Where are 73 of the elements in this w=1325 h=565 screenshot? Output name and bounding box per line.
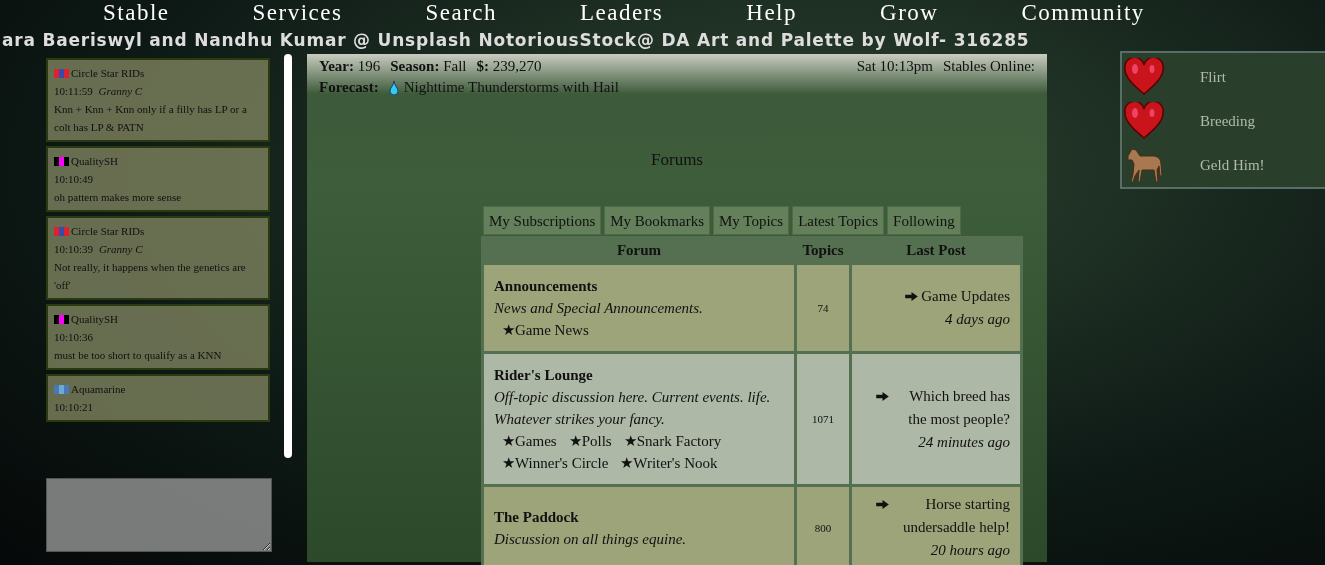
- money-text: $: 239,270: [476, 57, 542, 76]
- raindrop-icon: [388, 80, 399, 95]
- action-link[interactable]: Flirt: [1200, 68, 1226, 86]
- forum-tab[interactable]: Latest Topics: [792, 206, 885, 235]
- last-post-time: 24 minutes ago: [917, 432, 1010, 452]
- subforum-link[interactable]: ★Games: [502, 430, 557, 452]
- horse-icon[interactable]: [1124, 146, 1164, 184]
- subforum-link[interactable]: ★Writer's Nook: [620, 452, 718, 474]
- column-header: Topics: [801, 241, 845, 260]
- chat-input-field[interactable]: [46, 478, 272, 552]
- nav-link[interactable]: Services: [252, 0, 343, 26]
- chat-text: oh pattern makes more sense: [54, 190, 183, 205]
- last-post-link[interactable]: Game Updates: [921, 285, 1010, 308]
- forum-tab[interactable]: My Topics: [713, 206, 790, 235]
- column-header: Last Post: [905, 241, 967, 260]
- forum-description: Discussion on all things equine.: [494, 529, 688, 549]
- stables-online-label: Stables Online:: [942, 57, 1035, 76]
- chat-text: Not really, it happens when the genetics are 'off': [54, 260, 247, 293]
- chat-text: must be too short to qualify as a KNN: [54, 348, 223, 363]
- chat-username: QualitySH: [71, 312, 119, 327]
- scrollbar[interactable]: [284, 54, 292, 458]
- chat-username: Circle Star RIDs: [71, 66, 145, 81]
- season-text: Season: Fall: [390, 57, 467, 76]
- arrow-icon: [876, 391, 889, 401]
- forum-tab[interactable]: My Subscriptions: [483, 206, 602, 235]
- subforum-link[interactable]: ★Winner's Circle: [502, 452, 609, 474]
- last-post-time: 4 days ago: [944, 310, 1010, 329]
- forum-tab[interactable]: Following: [887, 206, 961, 235]
- chat-time: 10:11:59: [54, 85, 93, 97]
- forum-description: Off-topic discussion here. Current events. life. Whatever strikes your fancy.: [494, 388, 772, 429]
- game-time: Sat 10:13pm: [856, 57, 933, 76]
- chat-time: 10:10:36: [54, 331, 94, 343]
- nav-link[interactable]: Stable: [103, 0, 170, 26]
- chat-user: Granny C: [98, 243, 143, 255]
- action-link[interactable]: Geld Him!: [1200, 156, 1265, 174]
- chat-time: 10:10:49: [54, 173, 94, 185]
- page-title: Forums: [650, 150, 704, 170]
- topics-count: 800: [797, 487, 849, 565]
- topics-count: 1071: [797, 354, 849, 484]
- chat-text: Knn + Knn + Knn only if a filly has LP or a colt has LP & PATN: [54, 102, 248, 135]
- topics-count: 74: [797, 265, 849, 351]
- arrow-icon: [876, 500, 889, 509]
- forum-description: News and Special Announcements.: [494, 299, 704, 318]
- chat-username: QualitySH: [71, 154, 119, 169]
- nav-link[interactable]: Search: [425, 0, 497, 26]
- last-post-link[interactable]: Which breed has the most people?: [892, 384, 1010, 431]
- chat-time: 10:10:21: [54, 401, 94, 413]
- nav-link[interactable]: Help: [746, 0, 797, 26]
- forecast-text: Nighttime Thunderstorms with Hail: [403, 78, 619, 97]
- chat-time: 10:10:39: [54, 243, 94, 255]
- action-link[interactable]: Breeding: [1200, 112, 1255, 130]
- forecast-label: Forecast:: [319, 78, 379, 97]
- last-post-time: 20 hours ago: [929, 541, 1010, 560]
- subforum-link[interactable]: ★Snark Factory: [623, 430, 722, 452]
- column-header: Forum: [615, 241, 663, 260]
- credits-text: ara Baeriswyl and Nandhu Kumar @ Unsplash NotoriousStock@ DA Art and Palette by Wolf- 316285: [1, 29, 1031, 52]
- nav-link[interactable]: Community: [1021, 0, 1145, 26]
- chat-username: Aquamarine: [71, 382, 126, 397]
- nav-link[interactable]: Leaders: [580, 0, 664, 26]
- chat-user: Granny C: [98, 85, 143, 97]
- forum-title-link[interactable]: Announcements: [494, 278, 598, 294]
- forum-tab[interactable]: My Bookmarks: [604, 206, 710, 235]
- year-text: Year: 196: [319, 57, 381, 76]
- forum-title-link[interactable]: The Paddock: [494, 508, 579, 525]
- subforum-link[interactable]: ★Polls: [568, 430, 612, 452]
- heart-icon[interactable]: [1124, 58, 1164, 96]
- arrow-icon: [905, 292, 919, 301]
- subforum-link[interactable]: ★Game News: [502, 319, 589, 341]
- nav-link[interactable]: Grow: [880, 0, 939, 26]
- chat-username: Circle Star RIDs: [71, 224, 145, 239]
- last-post-link[interactable]: Horse starting undersaddle help!: [892, 493, 1010, 539]
- heart-icon[interactable]: [1124, 102, 1164, 140]
- forum-title-link[interactable]: Rider's Lounge: [494, 367, 593, 383]
